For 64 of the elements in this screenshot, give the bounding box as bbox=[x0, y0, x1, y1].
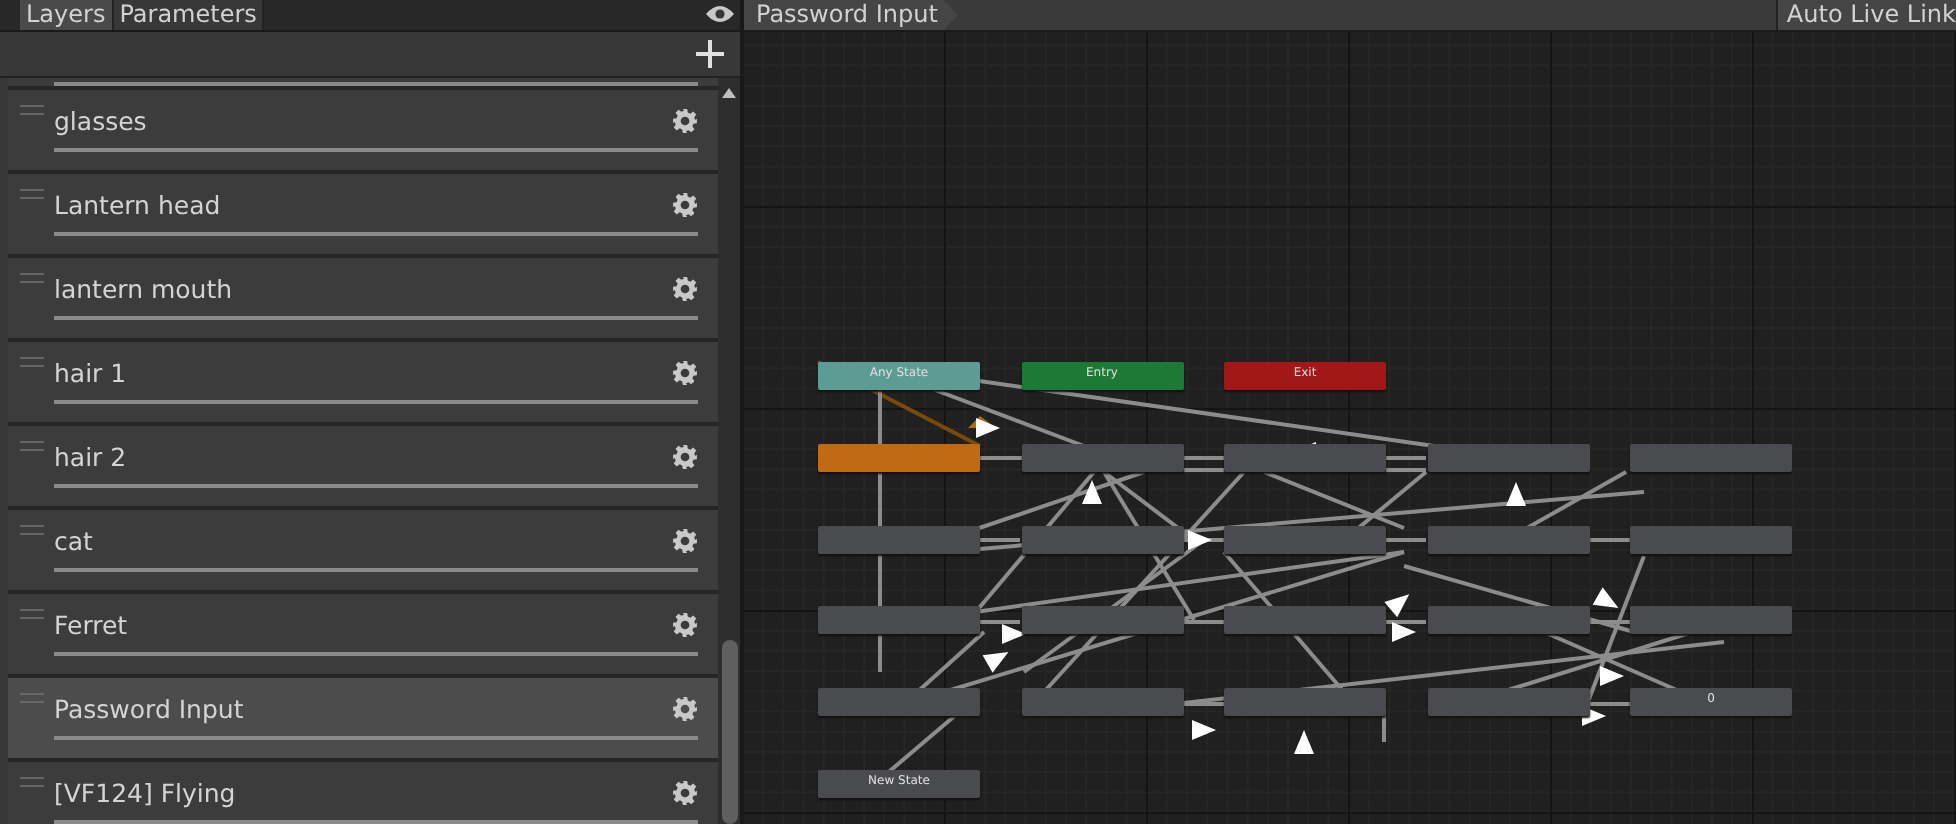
state-node[interactable] bbox=[1427, 688, 1589, 717]
drag-handle-icon[interactable] bbox=[20, 272, 44, 284]
layer-item[interactable]: glasses bbox=[8, 90, 718, 174]
state-node[interactable] bbox=[1224, 525, 1386, 554]
layer-name: [VF124] Flying bbox=[54, 777, 238, 807]
scrollbar-thumb[interactable] bbox=[721, 640, 737, 824]
state-node[interactable] bbox=[1630, 606, 1792, 635]
state-node[interactable] bbox=[1630, 444, 1792, 472]
drag-handle-icon[interactable] bbox=[20, 104, 44, 116]
settings-icon[interactable] bbox=[672, 443, 698, 469]
layer-name: hair 2 bbox=[54, 441, 129, 471]
drag-handle-icon[interactable] bbox=[20, 188, 44, 200]
add-icon[interactable] bbox=[696, 40, 724, 68]
state-node[interactable] bbox=[1224, 688, 1386, 717]
drag-handle-icon[interactable] bbox=[20, 356, 44, 368]
breadcrumb[interactable]: Password Input bbox=[744, 0, 958, 30]
layer-item[interactable]: Ferret bbox=[8, 594, 718, 678]
settings-icon[interactable] bbox=[672, 527, 698, 553]
state-node[interactable] bbox=[1427, 525, 1589, 554]
scrollbar[interactable] bbox=[718, 78, 740, 824]
state-node[interactable] bbox=[818, 688, 980, 717]
state-node[interactable] bbox=[1021, 525, 1183, 554]
drag-handle-icon[interactable] bbox=[20, 692, 44, 704]
drag-handle-icon[interactable] bbox=[20, 440, 44, 452]
drag-handle-icon[interactable] bbox=[20, 524, 44, 536]
state-node[interactable] bbox=[1427, 444, 1589, 472]
layer-name: Password Input bbox=[54, 693, 246, 723]
scroll-up-icon[interactable] bbox=[722, 88, 736, 98]
drag-handle-icon[interactable] bbox=[20, 776, 44, 788]
settings-icon[interactable] bbox=[672, 359, 698, 385]
state-node[interactable] bbox=[1224, 606, 1386, 635]
layer-item[interactable]: hair 1 bbox=[8, 342, 718, 426]
state-node[interactable] bbox=[818, 525, 980, 554]
layer-item[interactable]: Lantern head bbox=[8, 174, 718, 258]
settings-icon[interactable] bbox=[672, 191, 698, 217]
layer-name: Ferret bbox=[54, 609, 130, 639]
layer-item[interactable]: lantern mouth bbox=[8, 258, 718, 342]
layer-name: glasses bbox=[54, 105, 149, 135]
settings-icon[interactable] bbox=[672, 695, 698, 721]
eye-icon[interactable] bbox=[706, 4, 734, 24]
settings-icon[interactable] bbox=[672, 779, 698, 805]
settings-icon[interactable] bbox=[672, 611, 698, 637]
drag-handle-icon[interactable] bbox=[20, 608, 44, 620]
state-node[interactable] bbox=[1224, 444, 1386, 472]
layer-name: cat bbox=[54, 525, 95, 555]
layer-name: lantern mouth bbox=[54, 273, 235, 303]
state-node[interactable] bbox=[1021, 444, 1183, 472]
state-node[interactable] bbox=[1021, 606, 1183, 635]
layer-item[interactable]: cat bbox=[8, 510, 718, 594]
layer-name: hair 1 bbox=[54, 357, 129, 387]
settings-icon[interactable] bbox=[672, 275, 698, 301]
panel-tab[interactable]: Parameters bbox=[113, 0, 265, 30]
layer-item[interactable]: Password Input bbox=[8, 678, 718, 762]
state-node[interactable] bbox=[1427, 606, 1589, 635]
panel-tab[interactable]: Layers bbox=[20, 0, 114, 30]
state-node[interactable] bbox=[818, 444, 980, 472]
auto-live-link-button[interactable]: Auto Live Link bbox=[1776, 0, 1956, 30]
state-node[interactable] bbox=[818, 606, 980, 635]
layer-item[interactable]: [VF124] Flying bbox=[8, 762, 718, 824]
layer-item[interactable]: hair 2 bbox=[8, 426, 718, 510]
settings-icon[interactable] bbox=[672, 107, 698, 133]
layer-name: Lantern head bbox=[54, 189, 223, 219]
state-node[interactable] bbox=[1630, 525, 1792, 554]
state-node[interactable] bbox=[1021, 688, 1183, 717]
